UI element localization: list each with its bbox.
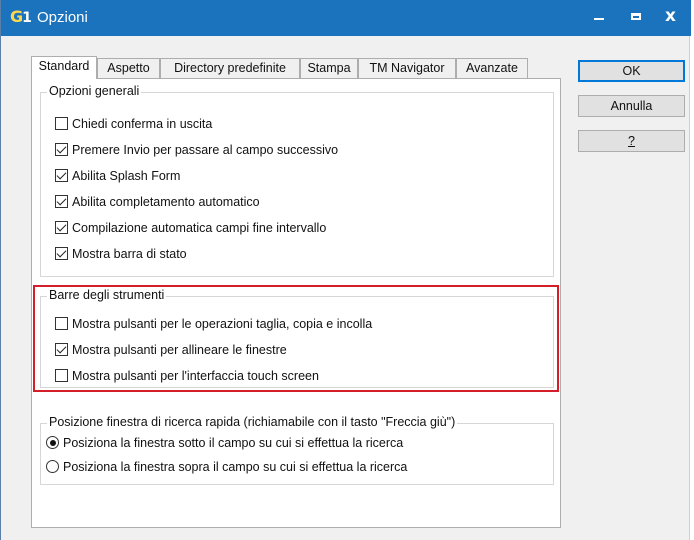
close-icon[interactable]: x: [651, 0, 691, 36]
checkbox-box[interactable]: [55, 247, 68, 260]
checkbox-box[interactable]: [55, 221, 68, 234]
checkbox-box[interactable]: [55, 169, 68, 182]
group-title: Opzioni generali: [47, 84, 142, 98]
checkbox-label: Premere Invio per passare al campo succe…: [72, 143, 339, 157]
window-title: Opzioni: [37, 9, 88, 26]
radio-button[interactable]: [46, 436, 59, 449]
tab-aspetto[interactable]: Aspetto: [97, 58, 160, 78]
checkbox-label: Abilita completamento automatico: [72, 195, 260, 209]
cancel-button[interactable]: Annulla: [578, 95, 685, 117]
app-logo-icon: G1: [10, 7, 32, 26]
help-button[interactable]: ?: [578, 130, 685, 152]
checkbox-label: Mostra pulsanti per allineare le finestr…: [72, 343, 287, 357]
ok-button[interactable]: OK: [578, 60, 685, 82]
group-title: Barre degli strumenti: [47, 288, 167, 302]
radio-button[interactable]: [46, 460, 59, 473]
group-opzioni-generali: Opzioni generali Chiedi conferma in usci…: [40, 84, 554, 277]
checkbox-box[interactable]: [55, 195, 68, 208]
checkbox-box[interactable]: [55, 117, 68, 130]
tab-tm-navigator[interactable]: TM Navigator: [358, 58, 456, 78]
checkbox-label: Mostra pulsanti per le operazioni taglia…: [72, 317, 373, 331]
options-dialog: G1 Opzioni x Standard Aspetto Directory …: [0, 0, 691, 540]
tab-avanzate[interactable]: Avanzate: [456, 58, 528, 78]
tab-panel-standard: Opzioni generali Chiedi conferma in usci…: [31, 78, 561, 528]
checkbox-label: Mostra pulsanti per l'interfaccia touch …: [72, 369, 319, 383]
checkbox-label: Compilazione automatica campi fine inter…: [72, 221, 327, 235]
radio-label: Posiziona la finestra sopra il campo su …: [63, 460, 408, 474]
minimize-icon[interactable]: [579, 0, 619, 36]
checkbox-box[interactable]: [55, 343, 68, 356]
group-posizione-finestra-ricerca: Posizione finestra di ricerca rapida (ri…: [40, 415, 554, 485]
group-title: Posizione finestra di ricerca rapida (ri…: [47, 415, 458, 429]
checkbox-box[interactable]: [55, 317, 68, 330]
checkbox-box[interactable]: [55, 143, 68, 156]
checkbox-label: Abilita Splash Form: [72, 169, 181, 183]
checkbox-label: Mostra barra di stato: [72, 247, 187, 261]
title-bar[interactable]: G1 Opzioni x: [1, 0, 691, 36]
radio-label: Posiziona la finestra sotto il campo su …: [63, 436, 404, 450]
tab-directory-predefinite[interactable]: Directory predefinite: [160, 58, 300, 78]
tab-standard[interactable]: Standard: [31, 56, 97, 79]
group-barre-degli-strumenti: Barre degli strumenti Mostra pulsanti pe…: [40, 288, 554, 388]
checkbox-label: Chiedi conferma in uscita: [72, 117, 213, 131]
tab-stampa[interactable]: Stampa: [300, 58, 358, 78]
checkbox-box[interactable]: [55, 369, 68, 382]
